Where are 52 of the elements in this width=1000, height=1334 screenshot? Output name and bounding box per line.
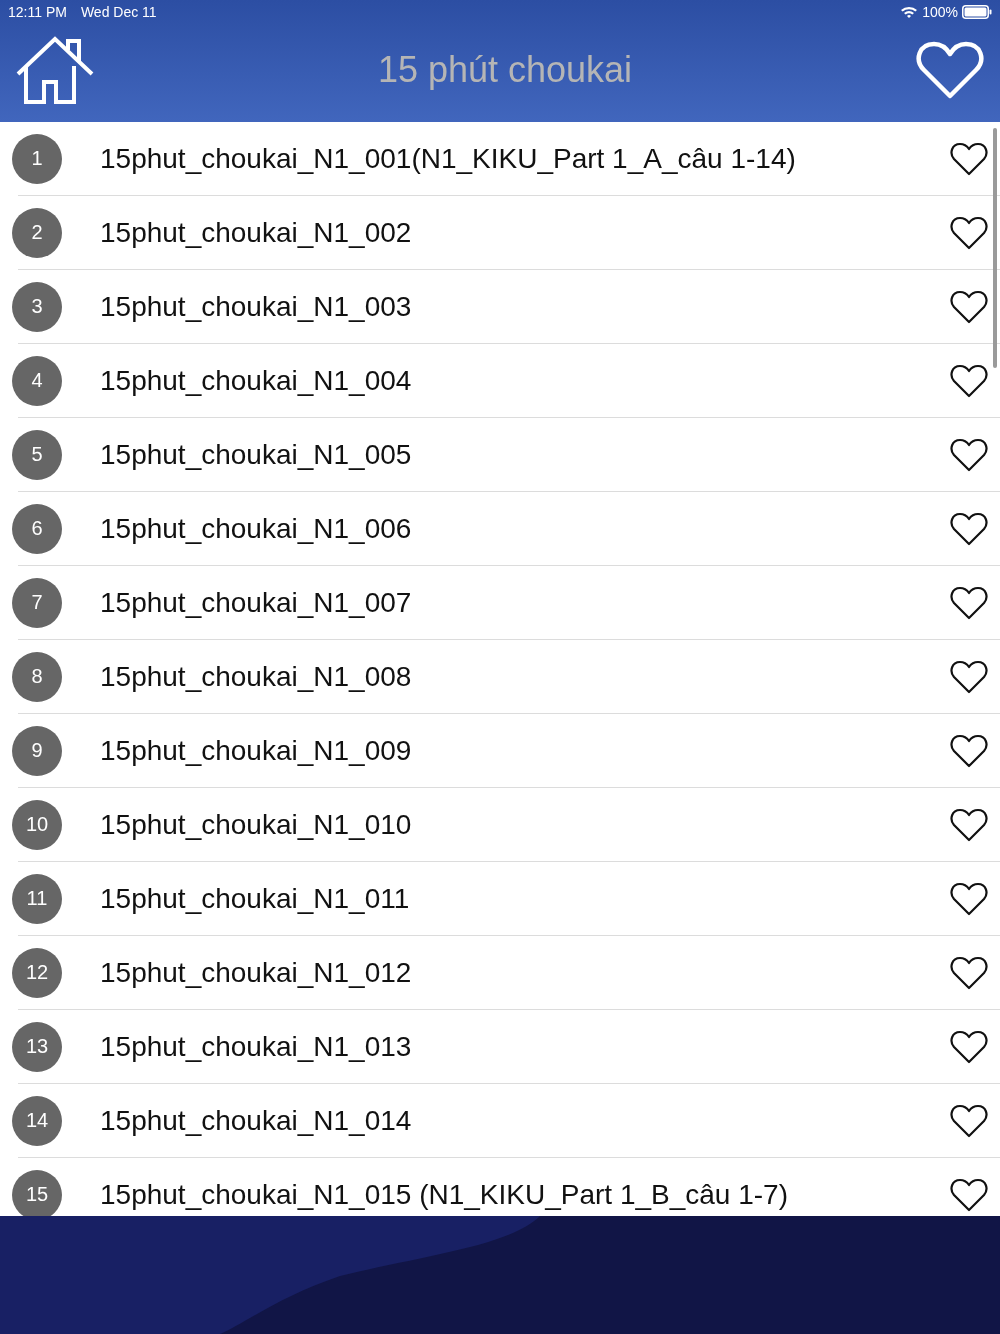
- lesson-number: 14: [12, 1095, 62, 1146]
- lesson-number: 3: [12, 281, 62, 332]
- lesson-title[interactable]: 15phut_choukai_N1_012: [100, 956, 950, 989]
- heart-icon[interactable]: [950, 511, 988, 546]
- heart-icon[interactable]: [950, 437, 988, 472]
- lesson-number: 10: [12, 799, 62, 850]
- home-icon[interactable]: [16, 36, 94, 104]
- heart-icon[interactable]: [950, 955, 988, 990]
- heart-icon[interactable]: [950, 585, 988, 620]
- heart-icon[interactable]: [950, 289, 988, 324]
- lesson-number: 5: [12, 429, 62, 480]
- lesson-title[interactable]: 15phut_choukai_N1_006: [100, 512, 950, 545]
- screen-title: 15 phút choukai: [376, 49, 634, 91]
- lesson-title[interactable]: 15phut_choukai_N1_008: [100, 660, 950, 693]
- lesson-title[interactable]: 15phut_choukai_N1_003: [100, 290, 950, 323]
- lesson-number: 2: [12, 207, 62, 258]
- lesson-number: 6: [12, 503, 62, 554]
- lesson-number: 15: [12, 1169, 62, 1216]
- lesson-title[interactable]: 15phut_choukai_N1_002: [100, 216, 950, 249]
- heart-icon[interactable]: [950, 1029, 988, 1064]
- lesson-title[interactable]: 15phut_choukai_N1_013: [100, 1030, 950, 1063]
- lesson-title[interactable]: 15phut_choukai_N1_005: [100, 438, 950, 471]
- lesson-number: 8: [12, 651, 62, 702]
- wifi-icon: [900, 5, 919, 19]
- heart-icon[interactable]: [950, 141, 988, 176]
- heart-icon[interactable]: [950, 659, 988, 694]
- lesson-title[interactable]: 15phut_choukai_N1_015 (N1_KIKU_Part 1_B_câu 1-7): [100, 1178, 950, 1211]
- heart-icon[interactable]: [950, 363, 988, 398]
- lesson-number: 11: [12, 873, 62, 924]
- status-time: 12:11 PM: [8, 4, 67, 20]
- heart-icon[interactable]: [950, 807, 988, 842]
- lesson-title[interactable]: 15phut_choukai_N1_007: [100, 586, 950, 619]
- lesson-title[interactable]: 15phut_choukai_N1_009: [100, 734, 950, 767]
- status-date: Wed Dec 11: [80, 4, 157, 20]
- lesson-number: 4: [12, 355, 62, 406]
- lesson-title[interactable]: 15phut_choukai_N1_004: [100, 364, 950, 397]
- battery-icon: [962, 5, 992, 19]
- lesson-title[interactable]: 15phut_choukai_N1_001(N1_KIKU_Part 1_A_câu 1-14): [100, 142, 950, 175]
- lesson-number: 13: [12, 1021, 62, 1072]
- battery-percent: 100%: [922, 4, 958, 20]
- lesson-number: 7: [12, 577, 62, 628]
- lesson-title[interactable]: 15phut_choukai_N1_010: [100, 808, 950, 841]
- lesson-number: 9: [12, 725, 62, 776]
- heart-icon[interactable]: [950, 1103, 988, 1138]
- lesson-number: 1: [12, 133, 62, 184]
- lesson-number: 12: [12, 947, 62, 998]
- heart-icon[interactable]: [950, 733, 988, 768]
- heart-icon[interactable]: [950, 1177, 988, 1212]
- heart-icon[interactable]: [950, 215, 988, 250]
- lesson-title[interactable]: 15phut_choukai_N1_011: [100, 882, 950, 915]
- heart-icon[interactable]: [950, 881, 988, 916]
- lesson-title[interactable]: 15phut_choukai_N1_014: [100, 1104, 950, 1137]
